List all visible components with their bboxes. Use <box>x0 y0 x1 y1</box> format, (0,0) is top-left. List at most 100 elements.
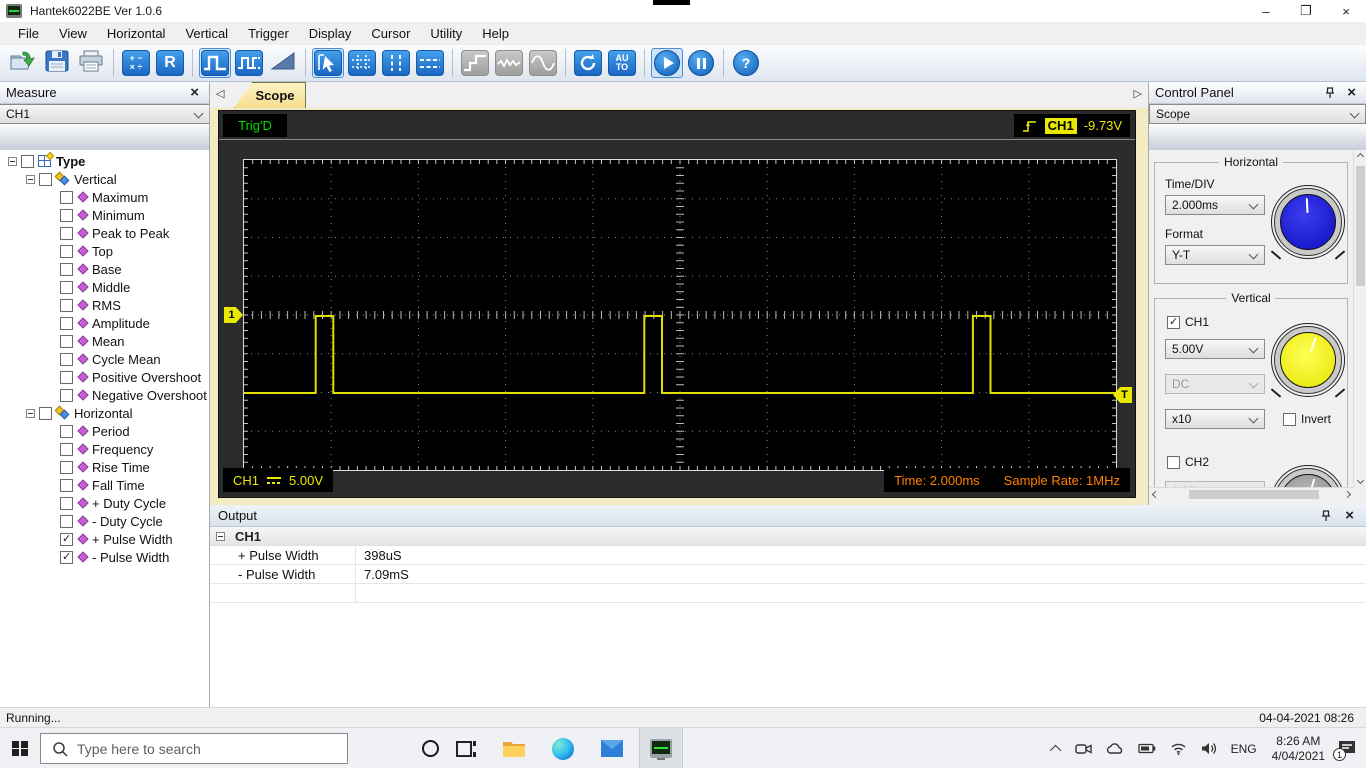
restore-button[interactable]: ❐ <box>1286 0 1326 22</box>
tab-scroll-right-icon[interactable]: ▷ <box>1134 87 1142 100</box>
tree-item-label[interactable]: Type <box>56 154 85 169</box>
tree-item-label[interactable]: Top <box>92 244 113 259</box>
pulse-mode-button[interactable] <box>199 48 231 78</box>
file-explorer-button[interactable] <box>492 728 536 768</box>
time-div-select[interactable]: 2.000ms <box>1165 195 1265 215</box>
tree-item--pulse-width[interactable]: - Pulse Width <box>0 548 209 566</box>
output-close-icon[interactable]: × <box>1341 508 1358 523</box>
checkbox[interactable] <box>60 532 73 546</box>
ramp-button[interactable] <box>267 48 299 78</box>
checkbox[interactable] <box>39 406 52 420</box>
output-row[interactable]: + Pulse Width 398uS <box>210 546 1366 565</box>
ch1-checkbox[interactable] <box>1167 315 1180 329</box>
checkbox[interactable] <box>60 424 73 438</box>
math-button[interactable]: + − × ÷ <box>120 48 152 78</box>
vertical-cursors-button[interactable] <box>380 48 412 78</box>
close-button[interactable]: × <box>1326 0 1366 22</box>
sine-wave-button[interactable] <box>527 48 559 78</box>
tree-item-maximum[interactable]: Maximum <box>0 188 209 206</box>
checkbox[interactable] <box>60 208 73 222</box>
save-button[interactable] <box>41 48 73 78</box>
hantek-app-button[interactable] <box>639 728 683 768</box>
menu-view[interactable]: View <box>49 23 97 44</box>
tree-item-label[interactable]: Middle <box>92 280 130 295</box>
ch2-checkbox[interactable] <box>1167 455 1180 469</box>
measure-close-icon[interactable]: × <box>186 85 203 100</box>
ch2-vertical-knob[interactable] <box>1271 465 1345 487</box>
checkbox[interactable] <box>60 316 73 330</box>
invert-checkbox[interactable] <box>1283 412 1296 426</box>
tree-item-label[interactable]: Vertical <box>74 172 117 187</box>
mail-button[interactable] <box>590 728 634 768</box>
tree-item-label[interactable]: Fall Time <box>92 478 145 493</box>
minimize-button[interactable]: – <box>1246 0 1286 22</box>
volume-button[interactable] <box>1194 742 1224 755</box>
network-button[interactable] <box>1163 742 1194 755</box>
start-button[interactable] <box>0 728 40 768</box>
measure-channel-select[interactable]: CH1 <box>0 104 209 124</box>
ch2-enable[interactable]: CH2 <box>1167 455 1209 469</box>
refresh-button[interactable] <box>572 48 604 78</box>
control-mode-select[interactable]: Scope <box>1149 104 1366 124</box>
menu-cursor[interactable]: Cursor <box>361 23 420 44</box>
output-row[interactable]: - Pulse Width 7.09mS <box>210 565 1366 584</box>
menu-vertical[interactable]: Vertical <box>175 23 238 44</box>
tab-scope[interactable]: Scope <box>234 82 306 108</box>
tree-item-label[interactable]: Cycle Mean <box>92 352 161 367</box>
tree-item-label[interactable]: Amplitude <box>92 316 150 331</box>
tree-item-positive-overshoot[interactable]: Positive Overshoot <box>0 368 209 386</box>
noise-wave-button[interactable] <box>493 48 525 78</box>
tree-item-label[interactable]: Maximum <box>92 190 148 205</box>
task-view-button[interactable] <box>442 728 486 768</box>
horizontal-cursors-button[interactable] <box>414 48 446 78</box>
tree-item-base[interactable]: Base <box>0 260 209 278</box>
language-indicator[interactable]: ENG <box>1224 742 1264 756</box>
checkbox[interactable] <box>60 496 73 510</box>
menu-trigger[interactable]: Trigger <box>238 23 299 44</box>
taskbar-search-input[interactable]: Type here to search <box>40 733 348 764</box>
output-group-row[interactable]: CH1 <box>210 527 1366 546</box>
scroll-down-icon[interactable] <box>1354 474 1366 487</box>
pin-icon[interactable] <box>1325 86 1335 99</box>
tree-item-label[interactable]: - Pulse Width <box>92 550 169 565</box>
tree-item-label[interactable]: Minimum <box>92 208 145 223</box>
tree-item-amplitude[interactable]: Amplitude <box>0 314 209 332</box>
channel1-position-marker[interactable]: 1 <box>224 307 243 323</box>
tree-item-label[interactable]: Mean <box>92 334 125 349</box>
auto-button[interactable]: AU TO <box>606 48 638 78</box>
print-button[interactable] <box>75 48 107 78</box>
tree-item-horizontal[interactable]: Horizontal <box>0 404 209 422</box>
checkbox[interactable] <box>60 334 73 348</box>
checkbox[interactable] <box>39 172 52 186</box>
tree-item-label[interactable]: Peak to Peak <box>92 226 169 241</box>
tree-item--duty-cycle[interactable]: - Duty Cycle <box>0 512 209 530</box>
checkbox[interactable] <box>60 244 73 258</box>
ch1-probe-select[interactable]: x10 <box>1165 409 1265 429</box>
checkbox[interactable] <box>60 478 73 492</box>
tree-item-label[interactable]: RMS <box>92 298 121 313</box>
collapse-icon[interactable] <box>8 156 17 166</box>
tree-item-type[interactable]: Type <box>0 151 209 170</box>
collapse-icon[interactable] <box>216 531 225 541</box>
tree-item-label[interactable]: + Duty Cycle <box>92 496 166 511</box>
onedrive-button[interactable] <box>1099 742 1131 755</box>
ch1-enable[interactable]: CH1 <box>1167 315 1209 329</box>
tree-item-label[interactable]: Base <box>92 262 122 277</box>
ch1-volts-select[interactable]: 5.00V <box>1165 339 1265 359</box>
collapse-icon[interactable] <box>26 174 35 184</box>
checkbox[interactable] <box>60 226 73 240</box>
battery-button[interactable] <box>1131 743 1163 754</box>
checkbox[interactable] <box>60 388 73 402</box>
menu-utility[interactable]: Utility <box>420 23 472 44</box>
tree-item-top[interactable]: Top <box>0 242 209 260</box>
tree-item-rms[interactable]: RMS <box>0 296 209 314</box>
start-button[interactable] <box>651 48 683 78</box>
pause-button[interactable] <box>685 48 717 78</box>
horizontal-knob[interactable] <box>1271 185 1345 259</box>
tree-item-label[interactable]: Negative Overshoot <box>92 388 207 403</box>
taskbar-clock[interactable]: 8:26 AM 4/04/2021 <box>1264 734 1333 764</box>
tree-item-mean[interactable]: Mean <box>0 332 209 350</box>
open-button[interactable] <box>7 48 39 78</box>
action-center-button[interactable]: 1 <box>1333 740 1366 761</box>
control-vertical-scrollbar[interactable] <box>1353 150 1366 487</box>
